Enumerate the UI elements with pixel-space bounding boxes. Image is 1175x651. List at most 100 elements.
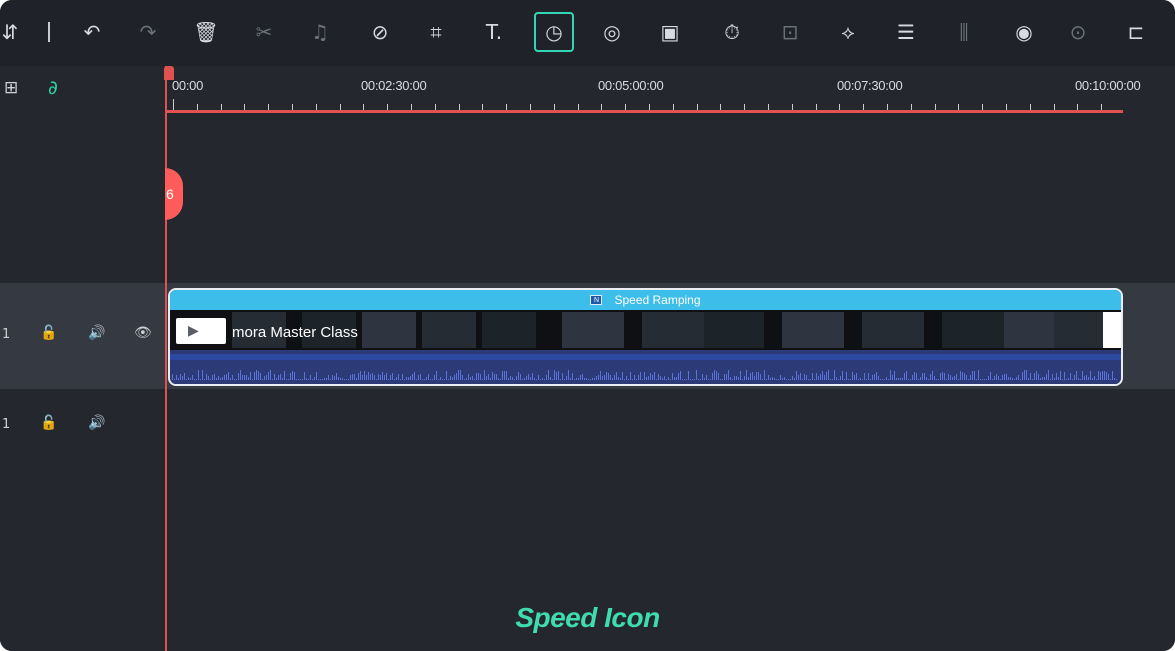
text-icon[interactable]: T.	[476, 14, 512, 50]
waveform-bar	[302, 379, 303, 380]
toolbar-divider	[48, 22, 50, 42]
waveform-bar	[602, 376, 603, 380]
waveform-bar	[322, 379, 323, 380]
speed-ramping-bar[interactable]: N Speed Ramping	[170, 290, 1121, 310]
waveform-bar	[1018, 375, 1019, 380]
audio-wave-icon[interactable]: ⫼	[946, 14, 982, 50]
waveform-bar	[536, 379, 537, 380]
waveform-bar	[504, 371, 505, 380]
keyframe-icon[interactable]: ⟡	[830, 14, 866, 50]
waveform-bar	[864, 373, 865, 380]
ruler-tick	[387, 104, 388, 110]
waveform-bar	[282, 378, 283, 380]
delete-icon[interactable]: 🗑	[188, 14, 224, 50]
waveform-bar	[200, 379, 201, 380]
time-ruler[interactable]: 00:00 00:02:30:00 00:05:00:00 00:07:30:0…	[165, 66, 1175, 118]
waveform-bar	[574, 379, 575, 380]
waveform-bar	[294, 372, 295, 380]
waveform-bar	[970, 375, 971, 380]
waveform-bar	[488, 374, 489, 380]
speaker-icon[interactable]: 🔊	[88, 325, 105, 341]
ruler-tick	[530, 104, 531, 110]
ruler-tick	[292, 104, 293, 110]
crop-icon[interactable]: ⌗	[418, 14, 454, 50]
redo-icon[interactable]: ↷	[130, 14, 166, 50]
tag-icon[interactable]: ⊘	[362, 14, 398, 50]
voice-icon[interactable]: ◉	[1006, 14, 1042, 50]
waveform-bar	[1074, 375, 1075, 380]
waveform-bar	[430, 379, 431, 380]
cut-icon[interactable]: ✂	[246, 14, 282, 50]
speed-icon[interactable]: ◷	[534, 12, 574, 52]
timer-icon[interactable]: ⏱	[714, 14, 750, 50]
waveform-bar	[656, 379, 657, 380]
lock-icon[interactable]: 🔓	[40, 415, 57, 431]
ruler-tick	[839, 104, 840, 110]
layers-icon[interactable]: ⇵	[0, 14, 28, 50]
waveform-bar	[558, 371, 559, 380]
tts-icon[interactable]: ⊙	[1060, 14, 1096, 50]
waveform-bar	[716, 371, 717, 380]
waveform-bar	[666, 379, 667, 380]
waveform-bar	[890, 370, 891, 380]
waveform-bar	[976, 379, 977, 380]
waveform-bar	[1056, 373, 1057, 380]
waveform-bar	[250, 372, 251, 380]
waveform-bar	[622, 372, 623, 380]
waveform-bar	[710, 379, 711, 380]
waveform-bar	[408, 377, 409, 380]
waveform-bar	[858, 379, 859, 380]
waveform-bar	[620, 378, 621, 380]
waveform-bar	[682, 379, 683, 380]
ruler-label-1: 00:02:30:00	[361, 78, 427, 93]
waveform-bar	[590, 379, 591, 380]
waveform-bar	[990, 372, 991, 380]
playhead-line[interactable]	[165, 66, 167, 651]
waveform-bar	[1050, 379, 1051, 380]
ruler-tick	[887, 104, 888, 110]
freeze-frame-icon[interactable]: ▣	[652, 14, 688, 50]
waveform-bar	[592, 378, 593, 380]
waveform-bar	[826, 372, 827, 380]
speed-icon-caption: Speed Icon	[515, 602, 660, 633]
waveform-bar	[1102, 371, 1103, 380]
waveform-bar	[382, 372, 383, 380]
color-icon[interactable]: ◎	[594, 14, 630, 50]
waveform-bar	[194, 379, 195, 380]
ruler-tick	[1054, 104, 1055, 110]
zoom-fit-icon[interactable]: ⊡	[772, 14, 808, 50]
waveform-bar	[612, 378, 613, 380]
waveform-bar	[410, 376, 411, 380]
video-clip[interactable]: N Speed Ramping ▶ mora Master Class	[168, 288, 1123, 386]
waveform-bar	[578, 378, 579, 380]
link-icon[interactable]: ∂	[48, 77, 58, 99]
waveform-bar	[718, 373, 719, 380]
waveform-bar	[482, 379, 483, 380]
waveform-bar	[380, 375, 381, 380]
waveform-bar	[1010, 377, 1011, 380]
ruler-tick	[268, 104, 269, 110]
undo-icon[interactable]: ↶	[74, 14, 110, 50]
waveform-bar	[296, 379, 297, 380]
waveform-bar	[938, 379, 939, 380]
more-icon[interactable]: ⊏	[1118, 14, 1154, 50]
waveform-bar	[884, 379, 885, 380]
waveform-bar	[190, 378, 191, 380]
waveform-bar	[906, 371, 907, 380]
waveform-bar	[802, 379, 803, 380]
waveform-bar	[846, 372, 847, 380]
clip-thumbnail	[702, 312, 764, 348]
adjust-icon[interactable]: ☰	[888, 14, 924, 50]
ruler-label-2: 00:05:00:00	[598, 78, 664, 93]
lock-icon[interactable]: 🔓	[40, 325, 57, 341]
add-track-icon[interactable]: ⊞	[4, 78, 18, 98]
waveform-bar	[248, 377, 249, 380]
audio-detach-icon[interactable]: ♫	[302, 14, 338, 50]
waveform-bar	[628, 379, 629, 380]
eye-icon[interactable]: 👁	[134, 325, 152, 341]
waveform-bar	[640, 372, 641, 380]
waveform-bar	[334, 376, 335, 380]
waveform-bar	[238, 373, 239, 380]
speaker-icon[interactable]: 🔊	[88, 415, 105, 431]
playhead-handle[interactable]	[164, 66, 174, 80]
